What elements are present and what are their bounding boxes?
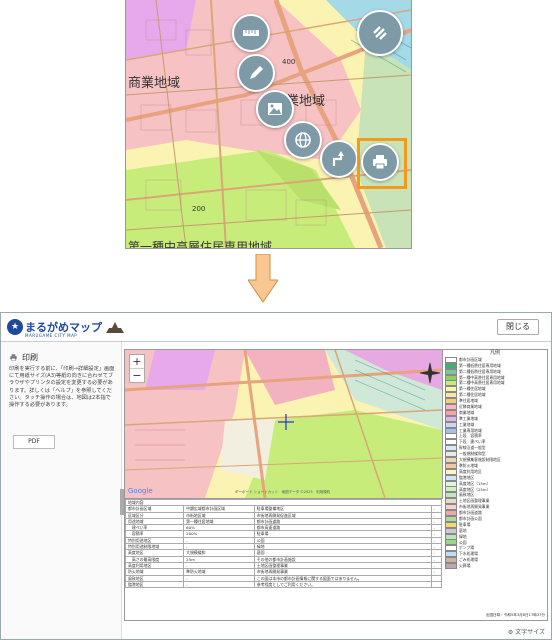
map-preview[interactable]: 商業地域 業地域 第一種中高層住居専用地域 400 200 xyxy=(125,0,412,249)
draw-button[interactable] xyxy=(237,54,275,92)
table-cell: 参考程度としてご利用ください。 xyxy=(253,580,432,589)
logo-subtitle: MARUGAME CITY MAP xyxy=(25,333,78,338)
route-icon xyxy=(332,151,344,166)
zoom-in-button[interactable]: + xyxy=(130,355,144,369)
table-cell: - xyxy=(183,580,255,589)
floor-ratio-label: 400 xyxy=(282,58,296,66)
print-side-panel: 印刷 印刷を実行する前に、「印刷→詳細設定」画面にて用紙サイズ(A3)等紙の向き… xyxy=(1,342,122,639)
print-title-text: 印刷 xyxy=(22,353,38,362)
pencil-icon xyxy=(250,66,263,79)
print-icon xyxy=(373,155,387,170)
route-button[interactable] xyxy=(320,140,358,178)
print-sheet: Google + − ギーボード ショートカット 地図データ ©2023 利用規… xyxy=(124,349,548,621)
zoom-control: + − xyxy=(129,354,145,383)
globe-icon xyxy=(295,132,311,148)
print-map[interactable]: Google + − ギーボード ショートカット 地図データ ©2023 利用規… xyxy=(125,350,443,499)
menu-icon xyxy=(373,26,387,40)
svg-text:Google: Google xyxy=(128,487,153,495)
print-preview-window: ★ まるがめマップ MARUGAME CITY MAP 閉じる 印刷 印刷を実行… xyxy=(0,312,552,640)
table-cell: 臨港地区 xyxy=(124,580,185,589)
zone-label-commercial: 商業地域 xyxy=(128,76,181,91)
window-header: ★ まるがめマップ MARUGAME CITY MAP 閉じる xyxy=(1,313,551,342)
print-button[interactable] xyxy=(361,143,399,181)
down-arrow-icon xyxy=(248,254,278,303)
ruler-icon xyxy=(243,30,259,36)
table-row: 臨港地区 - 参考程度としてご利用ください。 xyxy=(124,580,443,589)
globe-button[interactable] xyxy=(284,121,322,159)
ruler-button[interactable] xyxy=(232,14,270,52)
logo-mark-icon: ★ xyxy=(7,319,23,335)
close-button[interactable]: 閉じる xyxy=(497,319,539,335)
pdf-button[interactable]: PDF xyxy=(13,435,55,449)
print-timestamp: 出図日時：令和5年3月8日17時37分 xyxy=(485,613,545,617)
text-size-control[interactable]: ⚙ 文字サイズ xyxy=(508,627,545,636)
legend-label: 火葬場 xyxy=(459,563,471,569)
print-map-canvas[interactable]: Google xyxy=(125,350,442,498)
zoom-out-button[interactable]: − xyxy=(130,369,144,382)
legend-list: 都市計画区域 第一種低層住居専用地域 第二種低層住居専用地域 第一種中高層住居専用地域… xyxy=(443,356,547,569)
zoning-info-table: 地域内容 都市計画区域 中讃広域都市計画区域 駐車場整備地区 - 区域区分 市街地区域 市街… xyxy=(124,498,443,589)
legend-item: 火葬場 xyxy=(443,563,547,569)
table-cell xyxy=(430,580,443,589)
print-icon xyxy=(10,354,17,361)
floor-ratio-label: 200 xyxy=(192,205,206,213)
zone-label-residential: 第一種中高層住居専用地域 xyxy=(128,240,273,249)
image-icon xyxy=(268,103,282,115)
print-title: 印刷 xyxy=(9,352,38,363)
map-attribution: ギーボード ショートカット 地図データ ©2023 利用規約 xyxy=(235,490,331,494)
print-instructions: 印刷を実行する前に、「印刷→詳細設定」画面にて用紙サイズ(A3)等紙の向きに合わ… xyxy=(9,366,115,409)
app-logo[interactable]: ★ まるがめマップ MARUGAME CITY MAP xyxy=(7,319,126,338)
castle-icon xyxy=(106,322,124,333)
legend-swatch xyxy=(445,563,457,569)
menu-button[interactable] xyxy=(357,10,403,56)
text-size-label: 文字サイズ xyxy=(515,629,545,636)
legend-panel: 凡例 都市計画区域 第一種低層住居専用地域 第二種低層住居専用地域 第一種中高層住居専… xyxy=(443,350,547,620)
image-button[interactable] xyxy=(256,90,294,128)
